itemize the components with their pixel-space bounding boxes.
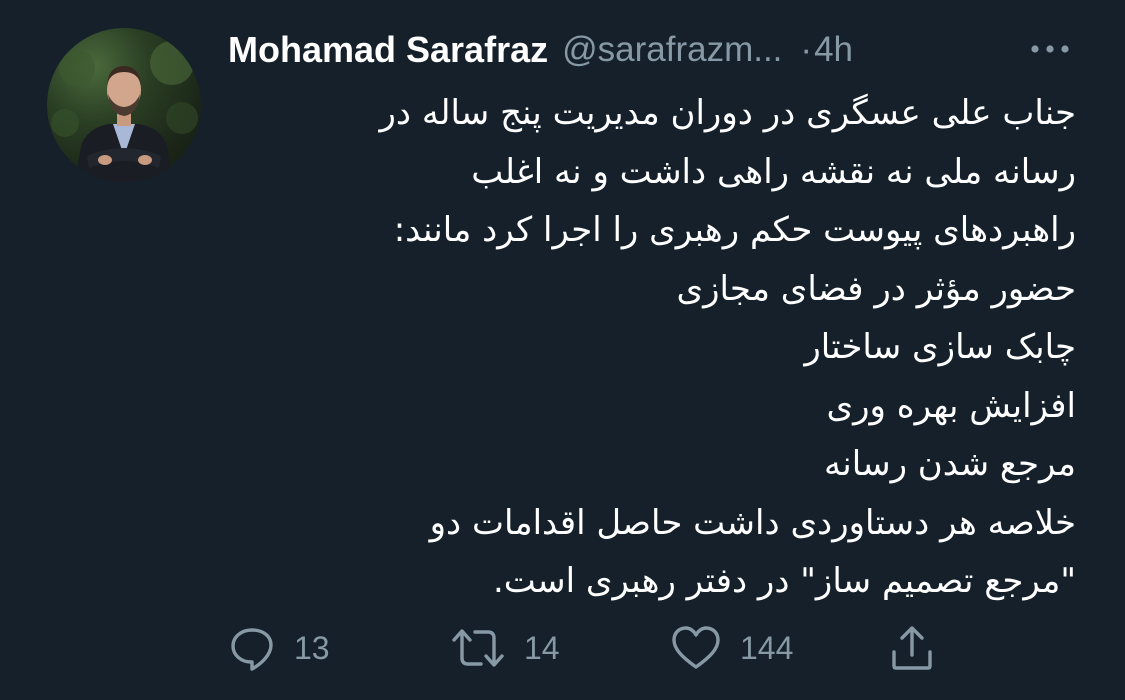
tweet-line: راهبردهای پیوست حکم رهبری را اجرا کرد ما… xyxy=(393,210,1076,250)
share-icon xyxy=(892,626,932,670)
retweet-button[interactable]: 14 xyxy=(450,620,560,676)
tweet-line: "مرجع تصمیم ساز" در دفتر رهبری است. xyxy=(492,561,1076,601)
author-handle[interactable]: @sarafrazm... xyxy=(562,30,782,70)
more-horizontal-icon xyxy=(1031,45,1069,53)
tweet-line: مرجع شدن رسانه xyxy=(824,444,1076,484)
more-options-button[interactable] xyxy=(1027,34,1073,64)
tweet-text: جناب علی عسگری در دوران مدیریت پنج ساله … xyxy=(228,84,1076,611)
tweet-line: رسانه ملی نه نقشه راهی داشت و نه اغلب xyxy=(471,151,1076,192)
tweet-line: جناب علی عسگری در دوران مدیریت پنج ساله … xyxy=(379,93,1076,133)
tweet-timestamp[interactable]: 4h xyxy=(814,30,853,70)
tweet-line: افزایش بهره وری xyxy=(826,385,1077,426)
reply-icon xyxy=(231,628,273,671)
header-separator: · xyxy=(800,30,813,69)
tweet-line: چابک سازی ساختار xyxy=(804,327,1076,367)
reply-button[interactable]: 13 xyxy=(228,620,330,676)
avatar-photo xyxy=(51,41,198,182)
share-button[interactable] xyxy=(888,620,936,676)
tweet-line: خلاصه هر دستاوردی داشت حاصل اقدامات دو xyxy=(429,502,1076,543)
like-button[interactable]: 144 xyxy=(670,620,793,676)
reply-count: 13 xyxy=(294,629,330,666)
heart-icon xyxy=(672,626,720,669)
tweet-header: Mohamad Sarafraz @sarafrazm... · 4h xyxy=(228,28,1088,72)
tweet-line: حضور مؤثر در فضای مجازی xyxy=(676,268,1076,309)
retweet-icon xyxy=(452,629,504,667)
author-name[interactable]: Mohamad Sarafraz xyxy=(228,29,548,71)
avatar[interactable] xyxy=(47,28,201,182)
retweet-count: 14 xyxy=(524,629,560,666)
like-count: 144 xyxy=(740,629,794,666)
tweet-actions: 13 14 144 xyxy=(228,620,988,676)
